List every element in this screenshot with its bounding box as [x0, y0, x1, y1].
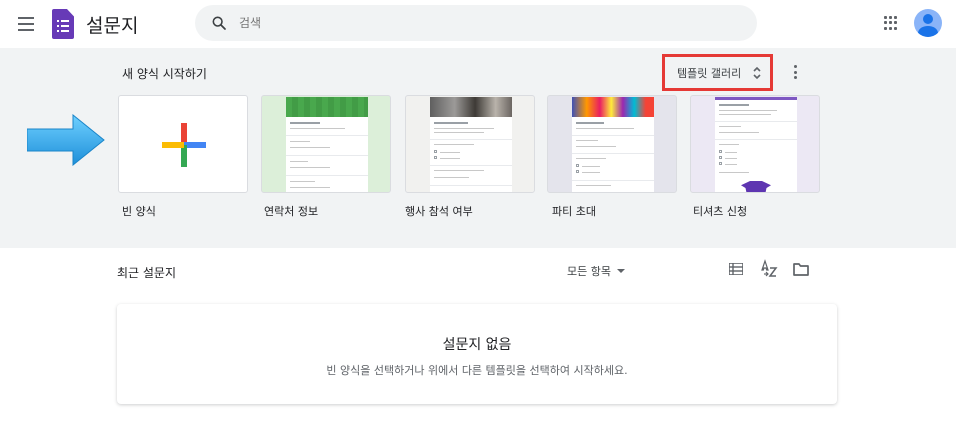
template-label-rsvp[interactable]: 행사 참석 여부 — [405, 203, 473, 219]
list-view-icon[interactable] — [729, 263, 743, 275]
pointer-arrow-icon — [27, 114, 105, 166]
empty-state-card: 설문지 없음 빈 양식을 선택하거나 위에서 다른 템플릿을 선택하여 시작하세… — [117, 304, 837, 404]
main-menu-icon[interactable] — [14, 12, 38, 36]
template-section: 새 양식 시작하기 템플릿 갤러리 빈 양식 연락처 정보 행사 참석 여부 파… — [0, 48, 956, 248]
template-card-rsvp[interactable] — [405, 95, 535, 193]
empty-state-title: 설문지 없음 — [442, 337, 512, 353]
dropdown-caret-icon — [616, 269, 625, 273]
template-label-party[interactable]: 파티 초대 — [552, 203, 596, 219]
account-avatar[interactable] — [914, 9, 942, 37]
template-section-title: 새 양식 시작하기 — [122, 67, 207, 81]
owner-filter-dropdown[interactable]: 모든 항목 — [567, 263, 625, 279]
search-input[interactable] — [239, 5, 739, 41]
empty-state-description: 빈 양식을 선택하거나 위에서 다른 템플릿을 선택하여 시작하세요. — [326, 364, 628, 377]
template-gallery-button[interactable]: 템플릿 갤러리 — [662, 54, 773, 91]
recent-forms-title: 최근 설문지 — [117, 266, 177, 280]
google-apps-icon[interactable] — [883, 15, 899, 31]
template-label-tshirt[interactable]: 티셔츠 신청 — [693, 203, 747, 219]
template-card-party[interactable] — [547, 95, 677, 193]
unfold-more-icon — [753, 66, 761, 80]
forms-logo-icon[interactable] — [52, 9, 74, 39]
sort-az-icon[interactable] — [760, 259, 778, 279]
folder-icon[interactable] — [793, 262, 809, 276]
template-label-contact[interactable]: 연락처 정보 — [264, 203, 318, 219]
more-options-icon[interactable] — [794, 65, 798, 79]
template-card-blank[interactable] — [118, 95, 248, 193]
search-icon[interactable] — [211, 15, 227, 31]
plus-icon — [162, 123, 206, 167]
template-label-blank[interactable]: 빈 양식 — [122, 203, 156, 219]
owner-filter-label: 모든 항목 — [567, 265, 611, 278]
template-card-tshirt[interactable] — [690, 95, 820, 193]
search-bar[interactable] — [195, 5, 757, 41]
top-bar: 설문지 — [0, 0, 956, 48]
template-gallery-label: 템플릿 갤러리 — [677, 66, 742, 80]
app-title[interactable]: 설문지 — [86, 11, 138, 38]
template-card-contact[interactable] — [261, 95, 391, 193]
